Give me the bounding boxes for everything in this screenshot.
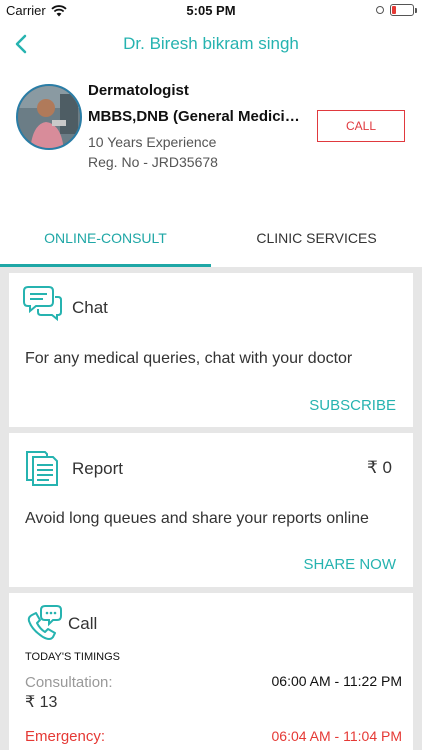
doctor-degree: MBBS,DNB (General Medicine) bbox=[88, 108, 302, 125]
chat-card: Chat For any medical queries, chat with … bbox=[9, 273, 413, 427]
share-now-button[interactable]: SHARE NOW bbox=[303, 556, 396, 573]
call-title: Call bbox=[68, 614, 98, 633]
consultation-label: Consultation: bbox=[25, 674, 113, 691]
chat-title: Chat bbox=[72, 298, 108, 317]
report-title: Report bbox=[72, 459, 124, 478]
chat-description: For any medical queries, chat with your … bbox=[25, 350, 353, 367]
consultation-time: 06:00 AM - 11:22 PM bbox=[271, 673, 402, 689]
subscribe-button[interactable]: SUBSCRIBE bbox=[309, 397, 396, 414]
consult-tabs: ONLINE-CONSULT CLINIC SERVICES bbox=[0, 213, 422, 267]
status-bar: Carrier 5:05 PM bbox=[0, 0, 422, 22]
phone-chat-icon bbox=[27, 605, 62, 640]
consult-options-list: Chat For any medical queries, chat with … bbox=[0, 267, 422, 750]
nav-bar: Dr. Biresh bikram singh bbox=[0, 22, 422, 66]
call-card: Call TODAY'S TIMINGS Consultation: 06:00… bbox=[9, 593, 413, 750]
report-description: Avoid long queues and share your reports… bbox=[25, 510, 369, 527]
chat-bubbles-icon bbox=[23, 286, 62, 322]
doctor-specialty: Dermatologist bbox=[88, 82, 189, 99]
emergency-label: Emergency: bbox=[25, 728, 106, 745]
report-price: ₹ 0 bbox=[367, 458, 392, 477]
doctor-registration: Reg. No - JRD35678 bbox=[88, 154, 218, 170]
doctor-avatar bbox=[16, 84, 82, 150]
status-time: 5:05 PM bbox=[186, 3, 236, 18]
tab-clinic-services[interactable]: CLINIC SERVICES bbox=[211, 213, 422, 263]
alarm-icon bbox=[376, 6, 384, 14]
doctor-experience: 10 Years Experience bbox=[88, 134, 217, 150]
consultation-price: ₹ 13 bbox=[25, 694, 58, 711]
report-documents-icon bbox=[26, 451, 58, 486]
call-button[interactable]: CALL bbox=[317, 110, 405, 142]
status-right bbox=[376, 4, 417, 16]
battery-level bbox=[392, 6, 396, 14]
battery-icon bbox=[390, 4, 417, 16]
avatar-photo bbox=[18, 86, 80, 148]
todays-timings-label: TODAY'S TIMINGS bbox=[25, 651, 121, 663]
emergency-time: 06:04 AM - 11:04 PM bbox=[271, 728, 402, 744]
report-card: Report ₹ 0 Avoid long queues and share y… bbox=[9, 433, 413, 587]
tab-online-consult[interactable]: ONLINE-CONSULT bbox=[0, 213, 211, 263]
page-title: Dr. Biresh bikram singh bbox=[123, 34, 299, 53]
doctor-profile: Dermatologist MBBS,DNB (General Medicine… bbox=[0, 76, 422, 186]
